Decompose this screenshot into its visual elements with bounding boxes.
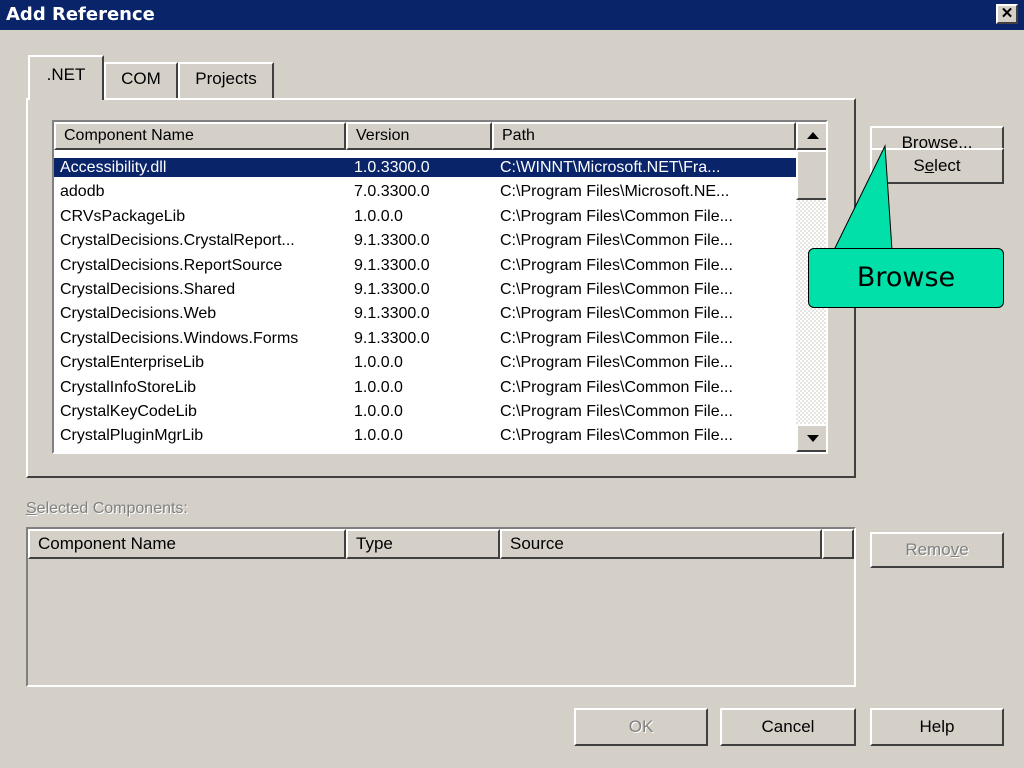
callout-pointer <box>833 144 893 252</box>
browse-callout: Browse <box>808 248 1004 308</box>
callout-text: Browse <box>856 262 956 293</box>
